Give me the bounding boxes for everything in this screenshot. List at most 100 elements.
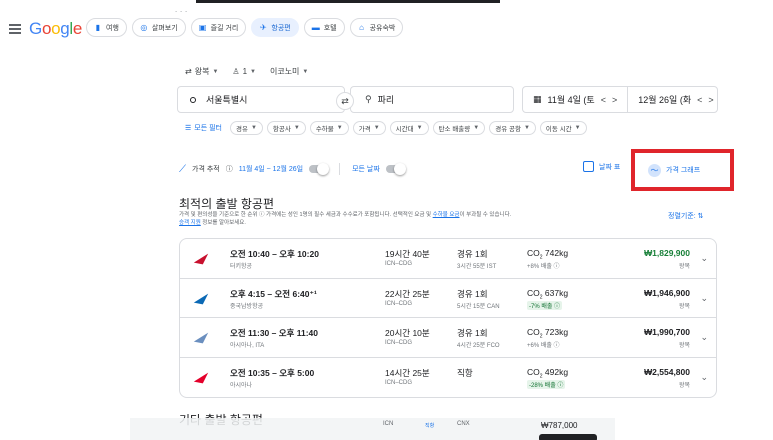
- sort-button[interactable]: 정렬기준: ⇅: [668, 211, 704, 221]
- passenger-assistance-link[interactable]: 승객 지원: [179, 220, 201, 226]
- filter-price[interactable]: 가격 ▼: [352, 121, 386, 135]
- airline-name: 터키항공: [230, 264, 253, 270]
- flight-stops: 경유 1회: [457, 249, 488, 259]
- co2-amount: CO2 637kg: [527, 287, 569, 301]
- airline-name: 아시아나, ITA: [230, 343, 265, 349]
- depart-date[interactable]: 11월 4일 (토: [548, 93, 595, 106]
- chip-vacation-rentals[interactable]: ⌂ 공유숙박: [349, 18, 404, 37]
- divider: [339, 163, 341, 175]
- chip-hotels[interactable]: ▬ 호텔: [303, 18, 345, 37]
- airline-logo-icon: [193, 253, 209, 265]
- destination-input[interactable]: ⚲ 파리: [350, 86, 514, 113]
- date-grid-button[interactable]: 날짜 표: [583, 161, 620, 172]
- next-return-button[interactable]: >: [708, 95, 713, 105]
- chart-line-icon: 〜: [648, 163, 661, 177]
- chevron-down-icon[interactable]: ⌄: [700, 372, 708, 383]
- price-type: 왕복: [678, 264, 690, 270]
- calendar-grid-icon: [583, 161, 594, 172]
- filter-connecting-airports[interactable]: 경유 공항 ▼: [489, 121, 536, 135]
- airplane-icon: ✈: [260, 23, 267, 32]
- sort-icon: ⇅: [697, 213, 704, 220]
- menu-icon[interactable]: [9, 24, 21, 34]
- camera-icon: ▣: [198, 23, 207, 32]
- chip-flights[interactable]: ✈ 항공편: [251, 18, 299, 37]
- filter-emissions[interactable]: 탄소 배출량 ▼: [432, 121, 486, 135]
- caret-down-icon: ▼: [336, 125, 343, 131]
- swap-button[interactable]: ⇄: [336, 92, 354, 110]
- chevron-down-icon[interactable]: ⌄: [700, 253, 708, 264]
- logo-letter: o: [51, 19, 61, 38]
- caret-down-icon: ▼: [373, 125, 380, 131]
- prev-depart-button[interactable]: <: [601, 95, 606, 105]
- flight-row[interactable]: 오전 11:30 – 오후 11:40 아시아나, ITA 20시간 10분 ICN–…: [180, 318, 716, 358]
- google-logo[interactable]: Google: [29, 19, 82, 39]
- flight-row[interactable]: 오전 10:40 – 오후 10:20 터키항공 19시간 40분 ICN–CDG 경유…: [180, 239, 716, 279]
- house-icon: ⌂: [359, 23, 365, 32]
- filter-times[interactable]: 시간대 ▼: [389, 121, 429, 135]
- filter-stops[interactable]: 경유 ▼: [230, 121, 263, 135]
- trend-icon: ⟋: [179, 163, 186, 175]
- all-dates-toggle[interactable]: [385, 163, 406, 175]
- filter-airlines[interactable]: 항공사 ▼: [266, 121, 306, 135]
- flight-duration: 22시간 25분: [385, 288, 430, 299]
- overlay-origin: ICN: [383, 421, 394, 427]
- caret-down-icon: ▼: [250, 125, 257, 131]
- chip-things-to-do[interactable]: ▣ 즐길 거리: [190, 18, 247, 37]
- cabin-select[interactable]: 이코노미 ▼: [270, 66, 308, 77]
- chevron-down-icon[interactable]: ⌄: [700, 332, 708, 343]
- dates-input[interactable]: ▦ 11월 4일 (토 < > 12월 26일 (화 < >: [522, 86, 718, 113]
- flight-price: ₩1,829,900: [644, 248, 690, 258]
- filter-bags[interactable]: 수하물 ▼: [309, 121, 349, 135]
- price-graph-button[interactable]: 〜 가격 그래프: [631, 149, 734, 191]
- airline-logo-icon: [193, 372, 209, 383]
- caret-down-icon: ▼: [574, 125, 581, 131]
- chevron-down-icon[interactable]: ⌄: [700, 293, 708, 304]
- info-icon[interactable]: ⓘ: [226, 164, 233, 174]
- price-type: 왕복: [678, 303, 690, 310]
- nav-chips: ▮ 여행 ◎ 살펴보기 ▣ 즐길 거리 ✈ 항공편 ▬ 호텔 ⌂ 공유숙박: [86, 18, 404, 37]
- filter-duration[interactable]: 이동 시간 ▼: [539, 121, 587, 135]
- flight-row[interactable]: 오후 4:15 – 오전 6:40⁺¹ 중국남방항공 22시간 25분 ICN–CDG…: [180, 279, 716, 318]
- flight-route: ICN–CDG: [385, 300, 413, 307]
- next-depart-button[interactable]: >: [612, 95, 617, 105]
- flight-row[interactable]: 오전 10:35 – 오후 5:00 아시아나 14시간 25분 ICN–CDG 직항 C…: [180, 358, 716, 398]
- origin-circle-icon: [190, 96, 196, 103]
- trip-type-select[interactable]: ⇄ 왕복 ▼: [185, 66, 218, 77]
- flight-stops: 직항: [457, 367, 473, 378]
- co2-amount: CO2 742kg: [527, 248, 569, 261]
- top-divider: [196, 0, 500, 3]
- caret-down-icon: ▼: [212, 68, 219, 75]
- flight-times: 오후 4:15 – 오전 6:40⁺¹: [230, 288, 317, 299]
- price-type: 왕복: [678, 343, 690, 349]
- logo-letter: G: [29, 19, 42, 38]
- return-date[interactable]: 12월 26일 (화: [638, 93, 691, 106]
- date-divider: [627, 87, 629, 112]
- flight-route: ICN–CDG: [385, 379, 413, 386]
- caret-down-icon: ▼: [250, 68, 256, 75]
- airline-logo-icon: [193, 332, 209, 344]
- passengers-select[interactable]: ♙ 1 ▼: [232, 66, 256, 77]
- bag-fees-link[interactable]: 수하물 요금: [433, 212, 460, 218]
- prev-return-button[interactable]: <: [697, 95, 702, 105]
- swap-arrows-icon: ⇄: [185, 67, 192, 76]
- chip-travel[interactable]: ▮ 여행: [86, 18, 127, 37]
- overlay-nonstop: 직항: [425, 423, 435, 429]
- flight-times: 오전 10:40 – 오후 10:20: [230, 249, 319, 259]
- caret-down-icon: ▼: [293, 125, 300, 131]
- all-filters-button[interactable]: ☰ 모든 필터: [185, 123, 222, 133]
- price-tracking-toggle[interactable]: [309, 163, 330, 175]
- flight-stops: 경유 1회: [457, 288, 488, 299]
- co2-amount: CO2 723kg: [527, 327, 569, 340]
- caret-down-icon: ▼: [473, 125, 480, 131]
- flight-layover: 4시간 25분 FCO: [457, 343, 500, 349]
- flight-route: ICN–CDG: [385, 340, 413, 346]
- logo-letter: g: [60, 19, 70, 38]
- origin-input[interactable]: 서울특별시: [177, 86, 345, 113]
- filter-icon: ☰: [185, 125, 192, 132]
- overlay-button[interactable]: [539, 434, 597, 440]
- emission-badge: +6% 배출 ⓘ: [527, 343, 560, 349]
- chip-explore[interactable]: ◎ 살펴보기: [131, 18, 186, 37]
- calendar-icon: ▦: [533, 94, 542, 104]
- search-options: ⇄ 왕복 ▼ ♙ 1 ▼ 이코노미 ▼: [185, 66, 308, 77]
- flight-price: ₩1,946,900: [644, 287, 690, 298]
